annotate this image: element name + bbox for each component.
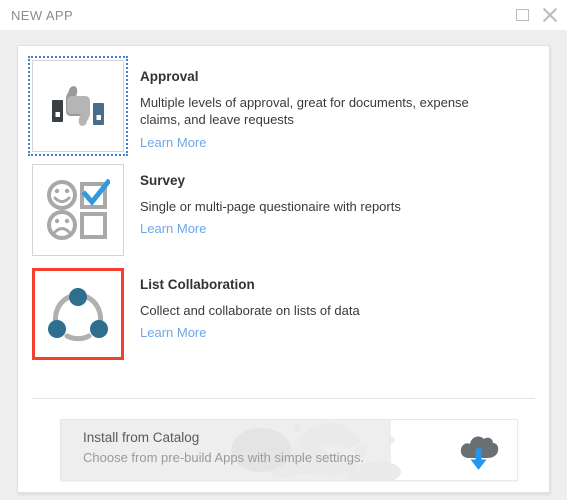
learn-more-link-approval[interactable]: Learn More xyxy=(140,135,206,152)
app-option-description: Single or multi-page questionaire with r… xyxy=(140,198,401,214)
cloud-download-icon[interactable] xyxy=(457,432,499,470)
maximize-icon[interactable] xyxy=(515,7,531,23)
app-option-description: Collect and collaborate on lists of data xyxy=(140,302,360,318)
app-options-panel: Approval Multiple levels of approval, gr… xyxy=(17,45,550,493)
app-option-survey-tile[interactable] xyxy=(32,164,124,256)
collaboration-network-icon xyxy=(48,288,108,342)
learn-more-link-survey[interactable]: Learn More xyxy=(140,221,206,238)
app-option-survey[interactable]: Survey Single or multi-page questionaire… xyxy=(32,164,535,256)
app-option-list-collaboration-tile[interactable] xyxy=(32,268,124,360)
catalog-banner-text: Install from Catalog Choose from pre-bui… xyxy=(83,430,365,465)
app-option-title: List Collaboration xyxy=(140,277,255,292)
window-controls xyxy=(515,0,559,30)
app-options-list: Approval Multiple levels of approval, gr… xyxy=(28,56,535,372)
app-option-approval-text: Approval Multiple levels of approval, gr… xyxy=(140,60,535,152)
app-option-title: Survey xyxy=(140,173,186,188)
catalog-subtitle: Choose from pre-build Apps with simple s… xyxy=(83,449,365,465)
learn-more-link-list-collaboration[interactable]: Learn More xyxy=(140,325,206,342)
app-option-list-collaboration[interactable]: List Collaboration Collect and collabora… xyxy=(32,268,535,360)
dialog-title: NEW APP xyxy=(11,7,74,23)
close-icon[interactable] xyxy=(541,6,559,24)
app-option-survey-text: Survey Single or multi-page questionaire… xyxy=(140,164,535,238)
install-from-catalog-banner[interactable]: Install from Catalog Choose from pre-bui… xyxy=(60,419,518,481)
new-app-dialog: NEW APP Approval Multiple levels of appr… xyxy=(0,0,567,500)
thumbs-up-down-icon xyxy=(52,86,104,126)
app-option-approval[interactable]: Approval Multiple levels of approval, gr… xyxy=(28,56,535,156)
dialog-body: Approval Multiple levels of approval, gr… xyxy=(0,30,567,500)
app-option-approval-tile[interactable] xyxy=(28,56,128,156)
app-option-description: Multiple levels of approval, great for d… xyxy=(140,94,469,128)
dialog-titlebar: NEW APP xyxy=(0,0,567,30)
app-option-title: Approval xyxy=(140,69,199,84)
app-option-list-collaboration-text: List Collaboration Collect and collabora… xyxy=(140,268,535,342)
survey-faces-checkbox-icon xyxy=(47,179,110,240)
section-divider xyxy=(32,398,535,399)
catalog-title: Install from Catalog xyxy=(83,430,200,445)
